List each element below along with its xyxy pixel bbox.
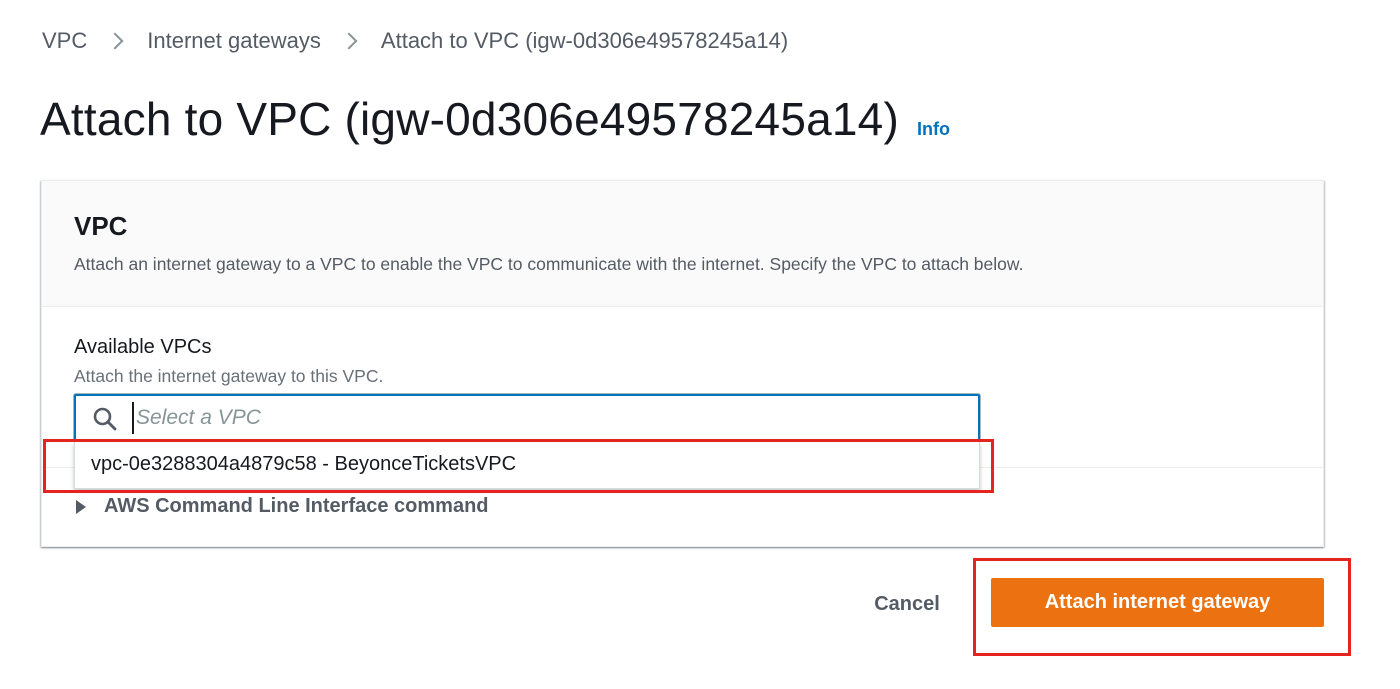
caret-right-icon: [76, 499, 86, 514]
chevron-right-icon: [340, 32, 358, 50]
breadcrumb-item-vpc[interactable]: VPC: [42, 28, 87, 54]
page-header: Attach to VPC (igw-0d306e49578245a14) In…: [40, 92, 950, 146]
vpc-search-input[interactable]: [132, 402, 962, 434]
cancel-button[interactable]: Cancel: [852, 584, 962, 624]
panel-header: VPC Attach an internet gateway to a VPC …: [42, 181, 1323, 307]
breadcrumb-item-current: Attach to VPC (igw-0d306e49578245a14): [380, 28, 789, 53]
available-vpcs-label: Available VPCs: [74, 336, 212, 358]
cli-command-expander[interactable]: AWS Command Line Interface command: [76, 495, 489, 518]
chevron-right-icon: [106, 32, 124, 50]
info-link[interactable]: Info: [917, 119, 950, 140]
vpc-select[interactable]: [74, 394, 980, 442]
page-title: Attach to VPC (igw-0d306e49578245a14): [40, 93, 899, 145]
vpc-dropdown-list: vpc-0e3288304a4879c58 - BeyonceTicketsVP…: [74, 442, 980, 489]
breadcrumb-item-internet-gateways[interactable]: Internet gateways: [147, 28, 321, 54]
panel-title: VPC: [74, 211, 128, 241]
search-icon: [93, 407, 117, 431]
vpc-option[interactable]: vpc-0e3288304a4879c58 - BeyonceTicketsVP…: [91, 453, 516, 476]
cli-command-label: AWS Command Line Interface command: [104, 495, 489, 517]
attach-vpc-page: VPC Internet gateways Attach to VPC (igw…: [0, 0, 1400, 689]
breadcrumb: VPC Internet gateways Attach to VPC (igw…: [42, 28, 788, 54]
vpc-panel: VPC Attach an internet gateway to a VPC …: [41, 180, 1324, 547]
available-vpcs-description: Attach the internet gateway to this VPC.: [74, 366, 384, 386]
attach-internet-gateway-button[interactable]: Attach internet gateway: [991, 578, 1324, 627]
panel-description: Attach an internet gateway to a VPC to e…: [74, 254, 1024, 274]
